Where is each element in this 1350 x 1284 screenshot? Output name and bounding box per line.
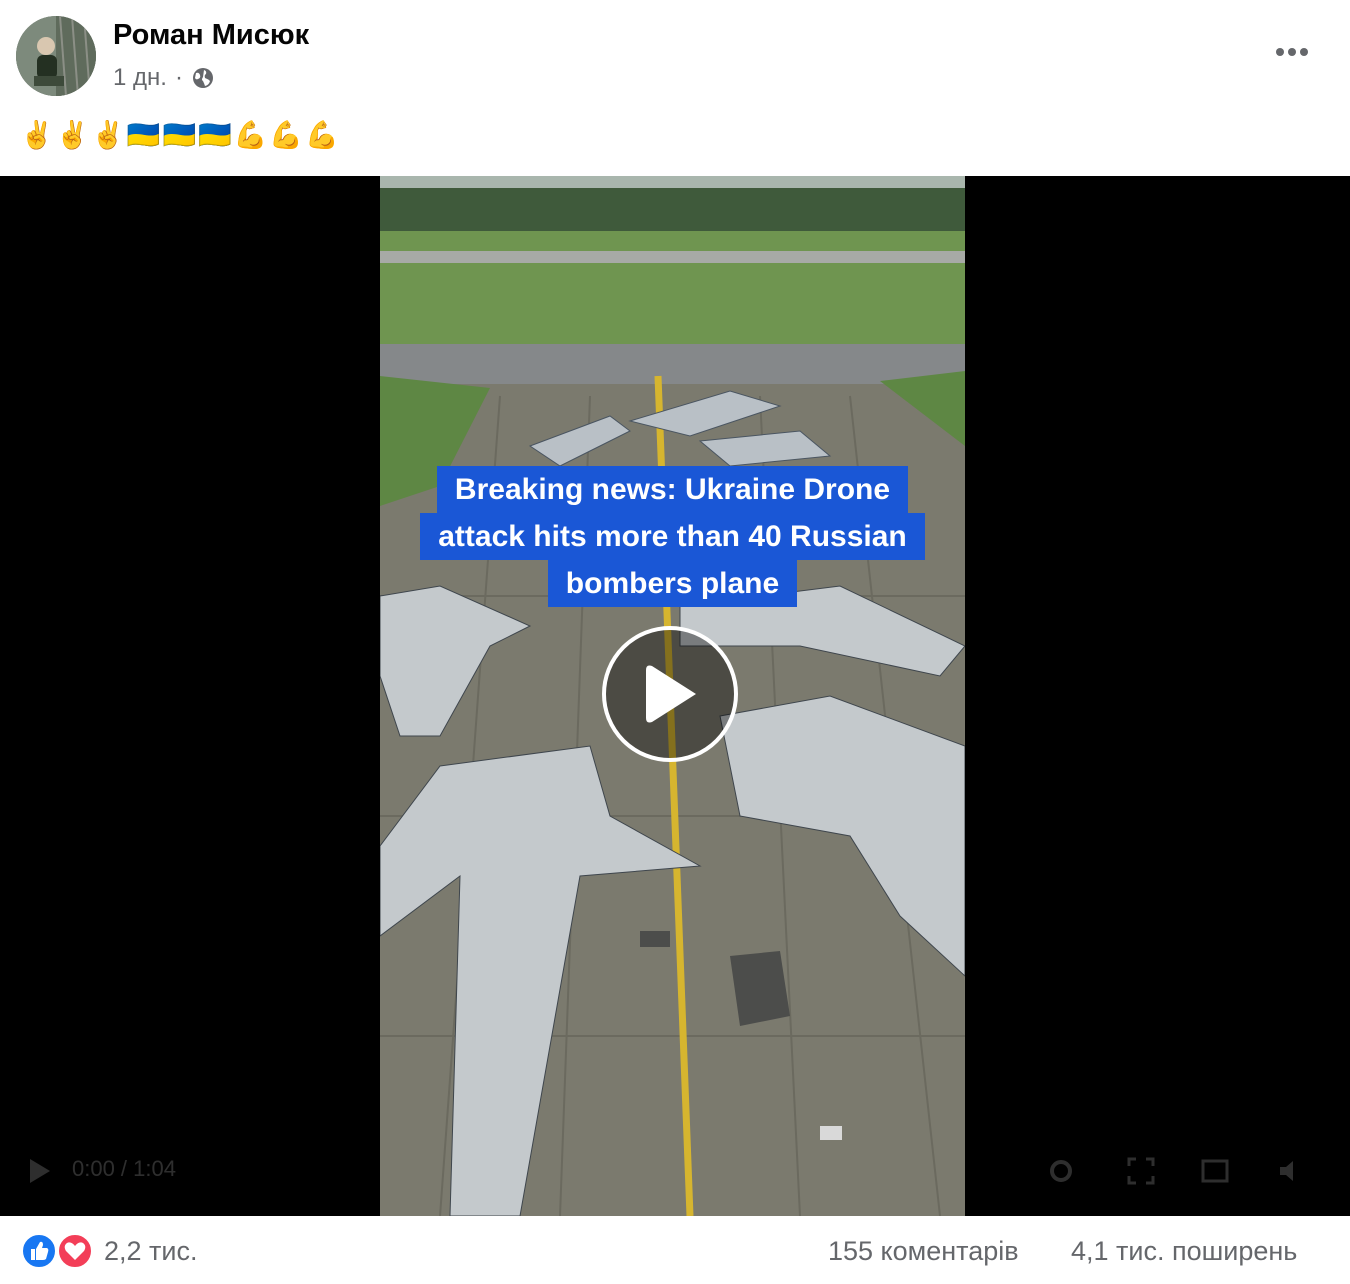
globe-icon[interactable] <box>191 66 215 90</box>
video-time: 0:00 / 1:04 <box>72 1156 176 1181</box>
video-player[interactable]: Breaking news: Ukraine Drone attack hits… <box>0 176 1350 1216</box>
mute-icon[interactable] <box>1276 1156 1306 1186</box>
post-time[interactable]: 1 дн. <box>113 64 167 92</box>
video-controls: 0:00 / 1:04 <box>0 1144 1350 1200</box>
author-avatar[interactable] <box>16 16 96 96</box>
post-text: ✌️✌️✌️🇺🇦🇺🇦🇺🇦💪💪💪 <box>20 120 341 151</box>
caption-line-2: attack hits more than 40 Russian <box>420 513 925 560</box>
caption-line-3: bombers plane <box>547 560 798 607</box>
small-play-icon[interactable] <box>24 1156 54 1186</box>
reaction-icons[interactable] <box>21 1233 95 1269</box>
post-header: Роман Мисюк 1 дн. · <box>0 0 1350 110</box>
post-meta: 1 дн. · <box>113 62 215 94</box>
caption-line-1: Breaking news: Ukraine Drone <box>436 466 909 513</box>
fullscreen-icon[interactable] <box>1126 1156 1156 1186</box>
video-thumbnail: Breaking news: Ukraine Drone attack hits… <box>380 176 965 1216</box>
post-options-button[interactable] <box>1262 34 1322 70</box>
pip-icon[interactable] <box>1200 1156 1230 1186</box>
video-caption: Breaking news: Ukraine Drone attack hits… <box>380 466 965 607</box>
play-button[interactable] <box>602 626 738 762</box>
comments-count[interactable]: 155 коментарів <box>828 1236 1019 1267</box>
post-footer: 2,2 тис. 155 коментарів 4,1 тис. поширен… <box>0 1216 1350 1284</box>
reaction-count[interactable]: 2,2 тис. <box>104 1236 198 1267</box>
author-name[interactable]: Роман Мисюк <box>113 19 309 52</box>
shares-count[interactable]: 4,1 тис. поширень <box>1071 1236 1297 1267</box>
settings-icon[interactable] <box>1046 1156 1076 1186</box>
meta-separator: · <box>174 64 183 91</box>
more-dots-icon <box>1276 48 1308 56</box>
play-icon <box>646 665 696 723</box>
